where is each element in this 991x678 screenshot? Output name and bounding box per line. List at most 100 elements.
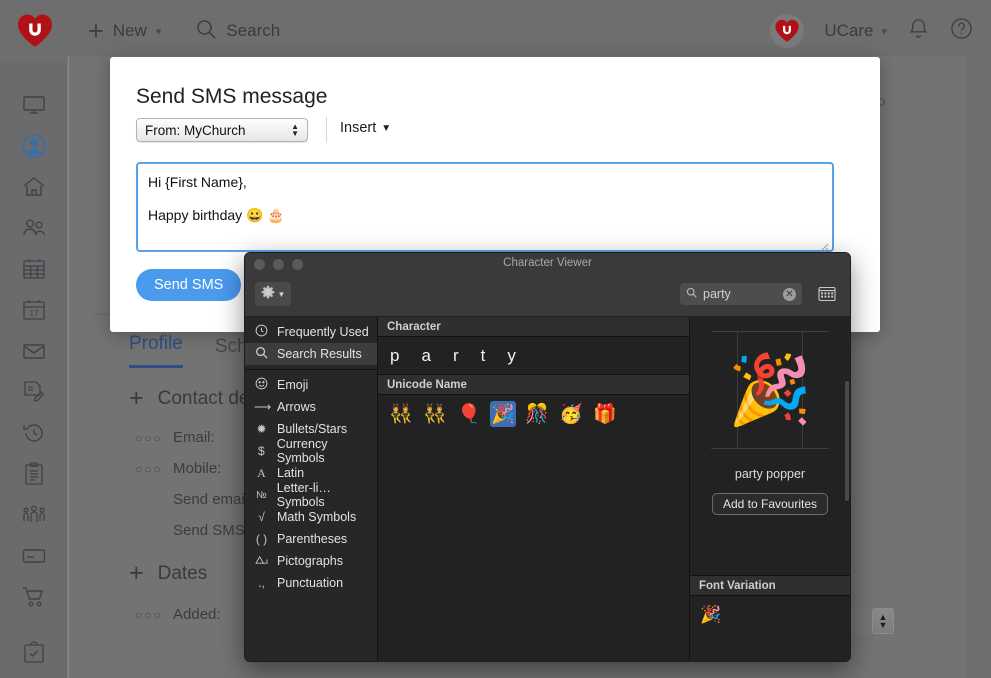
account-menu[interactable]: UCare ▾	[824, 21, 887, 41]
character-letter[interactable]: y	[507, 346, 516, 366]
account-avatar[interactable]	[770, 14, 805, 48]
add-to-favourites-button[interactable]: Add to Favourites	[711, 493, 829, 515]
sidebar-item-calendar-date[interactable]: 17	[17, 297, 51, 323]
help-circle-icon[interactable]	[950, 17, 973, 45]
preview-pane: 🎉 party popper Add to Favourites Font Va…	[690, 317, 850, 661]
send-sms-button[interactable]: Send SMS	[136, 269, 242, 301]
emoji-balloon[interactable]: 🎈	[456, 401, 482, 427]
message-line-2: Happy birthday 😀 🎂	[148, 206, 285, 223]
sidebar-item-mail[interactable]	[17, 338, 51, 364]
caret-down-icon: ▼	[381, 122, 392, 134]
section-contact-details: + Contact de ○○○ Email: ○○○ Mobile: Send…	[129, 386, 252, 540]
field-label: Send SMS:	[173, 522, 249, 539]
svg-text:17: 17	[29, 309, 38, 318]
modal-title: Send SMS message	[136, 85, 328, 108]
search-button[interactable]: Search	[185, 12, 290, 51]
more-horizontal-icon[interactable]: ○○○	[135, 608, 161, 622]
category-parentheses[interactable]: ( ) Parentheses	[245, 528, 377, 550]
category-arrows[interactable]: ⟶ Arrows	[245, 396, 377, 418]
section-title: Dates	[157, 562, 208, 584]
character-viewer-titlebar[interactable]: Character Viewer	[245, 253, 850, 275]
category-emoji[interactable]: Emoji	[245, 374, 377, 396]
sidebar-item-calendar[interactable]	[17, 256, 51, 282]
punctuation-icon: ․,	[258, 577, 265, 590]
category-frequently-used[interactable]: Frequently Used	[245, 321, 377, 343]
category-search-results[interactable]: Search Results	[245, 343, 377, 365]
category-label: Pictographs	[277, 554, 344, 568]
section-dates: + Dates ○○○ Added:	[129, 561, 221, 624]
sidebar-item-history[interactable]	[17, 420, 51, 446]
background-stepper[interactable]: ▲ ▼	[872, 608, 894, 634]
more-horizontal-icon[interactable]: ○○○	[135, 462, 161, 476]
section-contact-details-header[interactable]: + Contact de	[129, 386, 252, 411]
category-punctuation[interactable]: ․, Punctuation	[245, 572, 377, 594]
field-send-email: Send email:	[135, 491, 252, 508]
plus-icon: +	[129, 384, 144, 412]
clear-circle-icon[interactable]: ✕	[783, 287, 796, 301]
tab-profile[interactable]: Profile	[129, 333, 183, 368]
category-math-symbols[interactable]: √ Math Symbols	[245, 506, 377, 528]
more-horizontal-icon[interactable]: ○○○	[135, 431, 161, 445]
tab-schedule[interactable]: Sch	[215, 336, 248, 368]
category-currency-symbols[interactable]: $ Currency Symbols	[245, 437, 377, 465]
tab-profile-label: Profile	[129, 333, 183, 354]
sidebar-item-people[interactable]	[17, 215, 51, 241]
character-search-input[interactable]: party ✕	[680, 283, 802, 305]
category-label: Latin	[277, 466, 305, 480]
resize-grip-icon[interactable]	[819, 238, 829, 253]
emoji-party-popper[interactable]: 🎉	[490, 401, 516, 427]
insert-button[interactable]: Insert ▼	[340, 120, 391, 136]
from-select[interactable]: From: MyChurch ▲ ▼	[136, 118, 308, 142]
character-letter[interactable]: t	[481, 346, 486, 366]
group-header-character: Character	[378, 317, 689, 337]
emoji-wrapped-gift[interactable]: 🎁	[592, 401, 618, 427]
sidebar-item-attendance[interactable]	[17, 502, 51, 528]
parentheses-icon: ( )	[255, 532, 268, 546]
font-variation-glyph[interactable]: 🎉	[700, 605, 721, 625]
bell-icon[interactable]	[907, 17, 930, 45]
category-letterlike-symbols[interactable]: № Letter-li…Symbols	[245, 481, 377, 509]
emoji-confetti-ball[interactable]: 🎊	[524, 401, 550, 427]
preview-scrollbar[interactable]	[845, 381, 849, 501]
search-icon	[195, 18, 217, 45]
new-button[interactable]: + New ▾	[78, 12, 171, 51]
character-letter[interactable]: r	[453, 346, 459, 366]
category-label: Currency Symbols	[276, 437, 328, 465]
sidebar-item-dashboard[interactable]	[17, 92, 51, 118]
category-label: Math Symbols	[277, 510, 357, 524]
character-search-value: party	[703, 287, 731, 301]
contact-fields: ○○○ Email: ○○○ Mobile: Send email: Send …	[129, 429, 252, 539]
search-icon	[254, 346, 269, 362]
sidebar-item-tasks[interactable]	[17, 640, 51, 666]
search-label: Search	[226, 21, 281, 40]
section-dates-header[interactable]: + Dates	[129, 561, 221, 586]
top-bar: + New ▾ Search UCare ▾	[0, 0, 991, 62]
emoji-men-with-bunny-ears[interactable]: 👯‍♂️	[422, 401, 448, 427]
character-palette-icon[interactable]	[816, 283, 838, 305]
category-label: Parentheses	[277, 532, 348, 546]
sidebar-item-clipboard-list[interactable]	[17, 461, 51, 487]
chevron-down-icon: ▾	[155, 25, 162, 38]
sidebar-item-home[interactable]	[17, 174, 51, 200]
character-letter[interactable]: a	[421, 346, 430, 366]
stepper-updown-icon: ▲ ▼	[878, 612, 888, 630]
category-pictographs[interactable]: Pictographs	[245, 550, 377, 572]
character-letter[interactable]: p	[390, 346, 399, 366]
chevron-down-icon: ▾	[881, 25, 887, 38]
new-label: New	[112, 21, 147, 40]
gear-menu-button[interactable]: ▼	[255, 282, 291, 306]
category-label: Frequently Used	[277, 325, 369, 339]
sidebar-item-shop[interactable]	[17, 584, 51, 610]
category-label: Arrows	[277, 400, 316, 414]
sidebar-item-forms[interactable]	[17, 379, 51, 405]
emoji-partying-face[interactable]: 🥳	[558, 401, 584, 427]
sidebar-item-payments[interactable]	[17, 543, 51, 569]
search-icon	[686, 287, 697, 301]
sidebar-item-profile[interactable]	[17, 133, 51, 159]
message-textarea[interactable]: Hi {First Name}, Happy birthday 😀 🎂	[136, 162, 834, 253]
emoji-women-with-bunny-ears[interactable]: 👯‍♀️	[388, 401, 414, 427]
category-label: Emoji	[277, 378, 309, 392]
clock-icon	[254, 324, 269, 340]
ucare-heart-logo[interactable]	[14, 10, 56, 52]
top-bar-right: UCare ▾	[770, 14, 973, 48]
